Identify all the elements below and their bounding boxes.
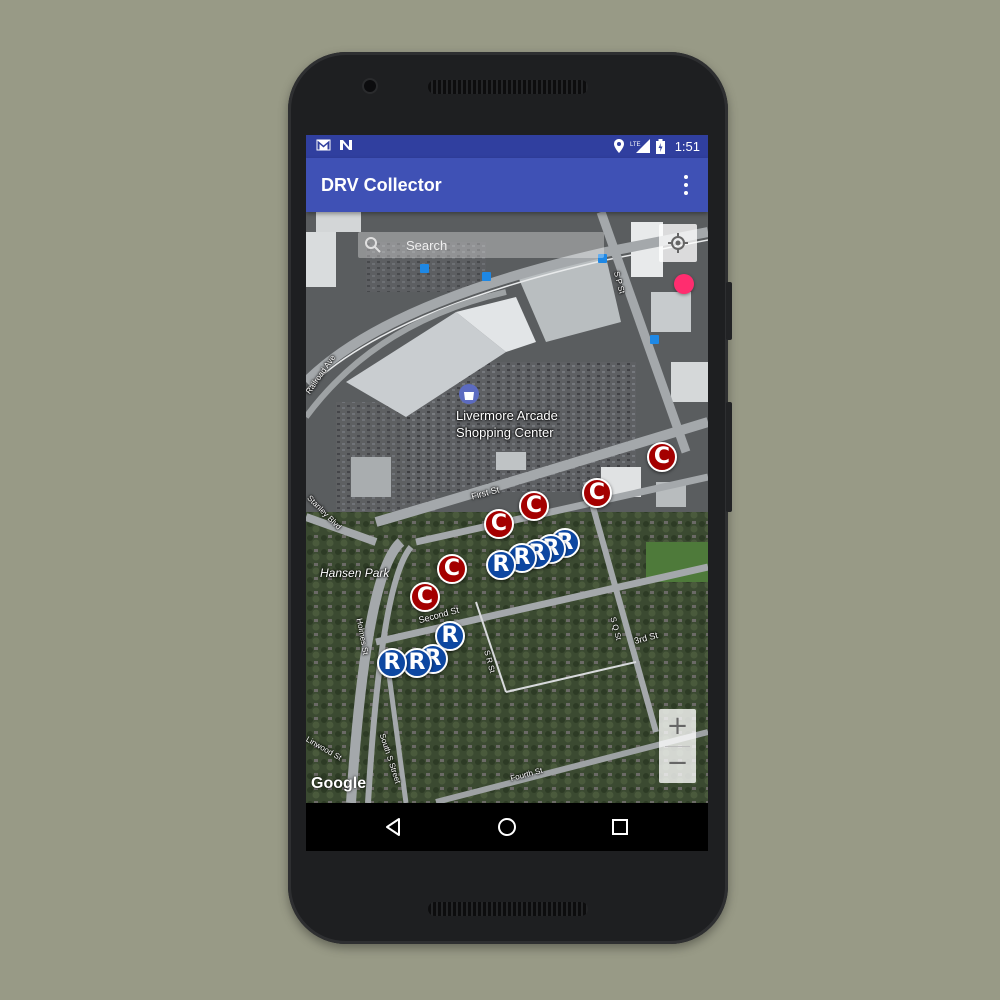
map-label-poi: Livermore Arcade	[456, 408, 558, 423]
overflow-menu-icon[interactable]	[674, 171, 698, 199]
battery-icon	[656, 139, 665, 154]
google-logo[interactable]: Google	[311, 775, 366, 793]
lte-signal-icon: LTE	[630, 139, 650, 153]
notification-n-icon	[340, 140, 352, 150]
marker-c[interactable]: C	[410, 582, 440, 612]
status-time: 1:51	[674, 139, 700, 154]
volume-button	[726, 402, 732, 512]
svg-text:LTE: LTE	[630, 142, 641, 148]
recents-icon[interactable]	[608, 815, 632, 839]
app-title: DRV Collector	[321, 175, 442, 195]
status-bar: LTE 1:51	[306, 135, 708, 158]
search-bar[interactable]	[358, 232, 604, 258]
back-icon[interactable]	[382, 815, 406, 839]
zoom-in-button[interactable]: +	[659, 709, 696, 746]
top-speaker	[428, 80, 588, 94]
crosshair-icon	[668, 233, 688, 253]
my-location-button[interactable]	[659, 224, 697, 262]
marker-r[interactable]: R	[377, 648, 407, 678]
screen: LTE 1:51 DRV Collector Livermore Arcade …	[306, 135, 708, 851]
gmail-icon	[316, 139, 331, 151]
marker-c[interactable]: C	[484, 509, 514, 539]
satellite-map-imagery	[306, 212, 708, 803]
map-label-park: Hansen Park	[320, 566, 390, 580]
zoom-controls: + −	[659, 709, 696, 783]
power-button	[726, 282, 732, 340]
location-dot[interactable]	[674, 274, 694, 294]
marker-c[interactable]: C	[582, 478, 612, 508]
map-view[interactable]: Livermore Arcade Shopping Center Hansen …	[306, 212, 708, 803]
front-camera	[364, 80, 376, 92]
marker-c[interactable]: C	[437, 554, 467, 584]
marker-c[interactable]: C	[647, 442, 677, 472]
phone-device: LTE 1:51 DRV Collector Livermore Arcade …	[288, 52, 732, 944]
map-label-poi-2: Shopping Center	[456, 425, 554, 440]
zoom-out-button[interactable]: −	[659, 746, 696, 783]
bottom-speaker	[428, 902, 588, 916]
location-icon	[614, 139, 624, 153]
marker-c[interactable]: C	[519, 491, 549, 521]
marker-r[interactable]: R	[486, 550, 516, 580]
home-icon[interactable]	[495, 815, 519, 839]
app-bar: DRV Collector	[306, 158, 708, 212]
navigation-bar	[306, 803, 708, 851]
search-input[interactable]	[406, 234, 596, 256]
search-icon	[365, 237, 381, 253]
